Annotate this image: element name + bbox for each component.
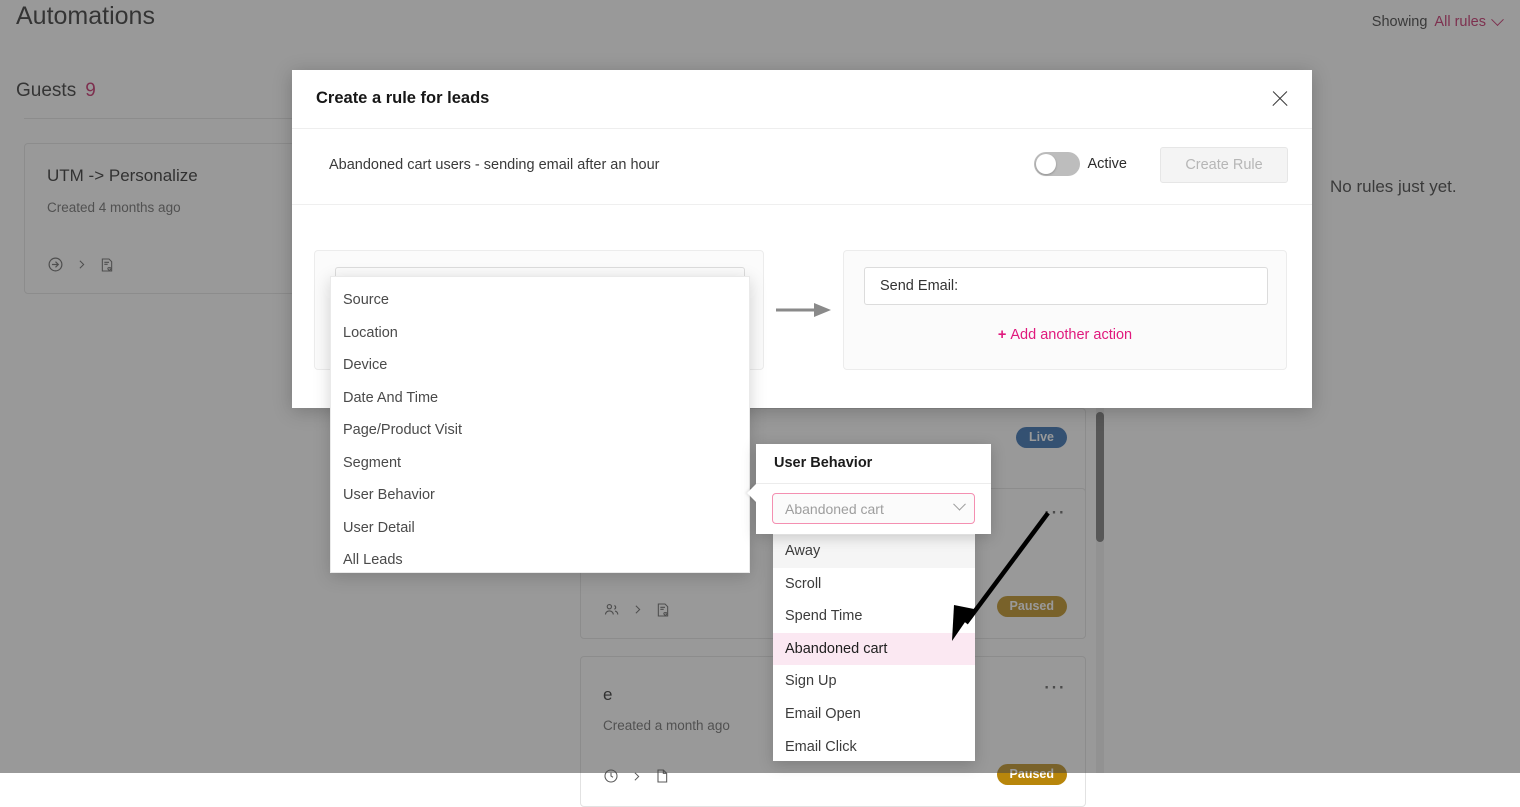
dropdown-item[interactable]: Source [331, 284, 749, 317]
dropdown-item[interactable]: Segment [331, 447, 749, 480]
active-toggle-knob [1036, 154, 1056, 174]
popover-caret-icon [747, 484, 756, 502]
arrow-right-icon [776, 301, 832, 319]
add-another-action-button[interactable]: +Add another action [844, 327, 1286, 343]
popover-title: User Behavior [774, 455, 872, 471]
condition-type-dropdown[interactable]: SourceLocationDeviceDate And TimePage/Pr… [330, 276, 750, 573]
behavior-select-value: Abandoned cart [785, 501, 884, 517]
dropdown-item[interactable]: Location [331, 317, 749, 350]
add-another-action-label: Add another action [1010, 327, 1132, 343]
chevron-down-icon [953, 498, 966, 511]
dropdown-item[interactable]: Device [331, 349, 749, 382]
modal-title: Create a rule for leads [316, 89, 489, 108]
dropdown-item[interactable]: User Behavior [331, 479, 749, 512]
user-behavior-popover: User Behavior Abandoned cart [756, 444, 991, 534]
behavior-option[interactable]: Away [773, 535, 975, 568]
behavior-select[interactable]: Abandoned cart [772, 493, 975, 524]
behavior-option[interactable]: Scroll [773, 568, 975, 601]
behavior-option[interactable]: Sign Up [773, 665, 975, 698]
behavior-options-list[interactable]: AwayScrollSpend TimeAbandoned cartSign U… [773, 533, 975, 761]
plus-icon: + [998, 327, 1006, 343]
action-field[interactable]: Send Email: [864, 267, 1268, 305]
action-card: Send Email: +Add another action [843, 250, 1287, 370]
popover-divider [756, 483, 991, 484]
modal-header: Create a rule for leads [292, 70, 1312, 129]
active-toggle[interactable] [1034, 152, 1080, 176]
close-icon[interactable] [1269, 88, 1291, 110]
dropdown-item[interactable]: Date And Time [331, 382, 749, 415]
behavior-option[interactable]: Abandoned cart [773, 633, 975, 666]
create-rule-button[interactable]: Create Rule [1160, 147, 1288, 183]
modal-subheader: Abandoned cart users - sending email aft… [292, 129, 1312, 205]
dropdown-item[interactable]: All Leads [331, 544, 749, 577]
rule-name-text: Abandoned cart users - sending email aft… [329, 157, 659, 173]
behavior-option[interactable]: Spend Time [773, 600, 975, 633]
behavior-option[interactable]: Email Click [773, 731, 975, 764]
behavior-option[interactable]: Email Open [773, 698, 975, 731]
active-toggle-label: Active [1088, 156, 1128, 172]
dropdown-item[interactable]: User Detail [331, 512, 749, 545]
dropdown-item[interactable]: Page/Product Visit [331, 414, 749, 447]
